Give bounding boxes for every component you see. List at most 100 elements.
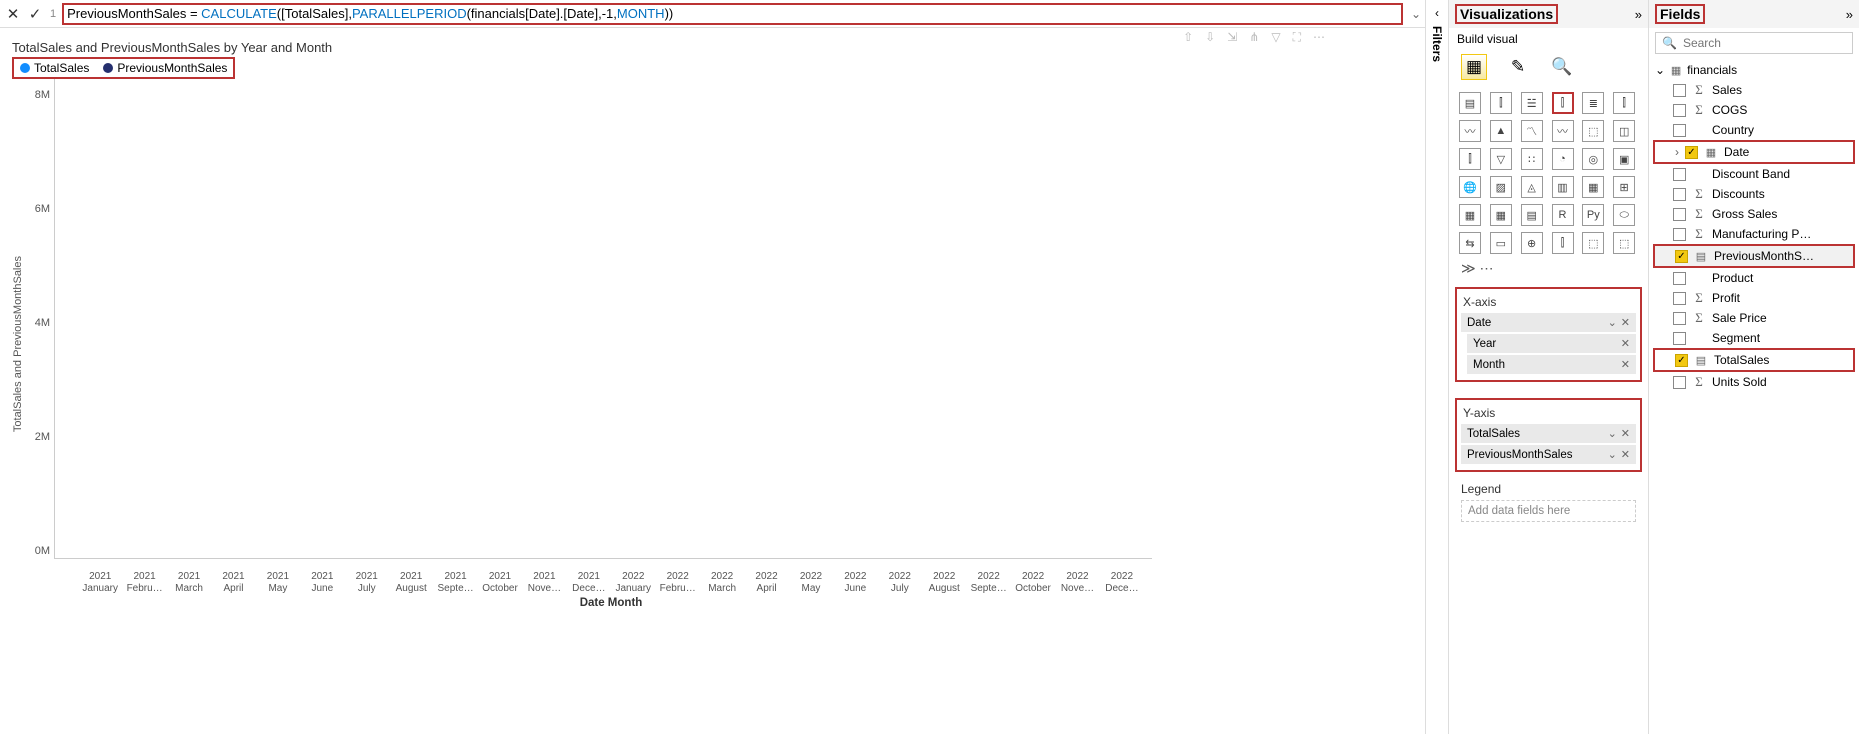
viz-type-icon[interactable]: ⬚	[1582, 120, 1604, 142]
viz-type-icon[interactable]: ⫿	[1552, 92, 1574, 114]
formula-expand-icon[interactable]: ⌄	[1411, 7, 1421, 21]
remove-icon[interactable]: ✕	[1621, 358, 1630, 371]
remove-icon[interactable]: ✕	[1621, 316, 1630, 329]
formula-input[interactable]: PreviousMonthSales = CALCULATE([TotalSal…	[62, 3, 1403, 25]
viz-type-icon[interactable]: Py	[1582, 204, 1604, 226]
field-totalsales[interactable]: ✓▤TotalSales	[1653, 348, 1855, 372]
chevron-down-icon[interactable]: ⌄	[1608, 427, 1617, 440]
checkbox[interactable]	[1673, 312, 1686, 325]
checkbox[interactable]	[1673, 208, 1686, 221]
field-search[interactable]: 🔍	[1655, 32, 1853, 54]
field-cogs[interactable]: ΣCOGS	[1653, 100, 1855, 120]
viz-type-icon[interactable]: ▦	[1490, 204, 1512, 226]
field-table-financials[interactable]: ⌄ ▦ financials	[1653, 60, 1855, 80]
checkbox[interactable]: ✓	[1685, 146, 1698, 159]
chevron-down-icon[interactable]: ⌄	[1608, 448, 1617, 461]
build-visual-tab[interactable]: ▦	[1461, 54, 1487, 80]
checkbox[interactable]	[1673, 104, 1686, 117]
viz-type-icon[interactable]: ▤	[1521, 204, 1543, 226]
viz-type-icon[interactable]: ≣	[1582, 92, 1604, 114]
field-manufacturing-p-[interactable]: ΣManufacturing P…	[1653, 224, 1855, 244]
field-units-sold[interactable]: ΣUnits Sold	[1653, 372, 1855, 392]
viz-type-icon[interactable]: ▨	[1490, 176, 1512, 198]
focus-icon[interactable]: ⛶	[1293, 30, 1301, 45]
checkbox[interactable]	[1673, 124, 1686, 137]
viz-type-icon[interactable]: ⊕	[1521, 232, 1543, 254]
formula-commit-icon[interactable]: ✓	[26, 5, 44, 23]
viz-type-icon[interactable]: ⫿	[1490, 92, 1512, 114]
viz-type-icon[interactable]: ⬚	[1582, 232, 1604, 254]
well-item-date[interactable]: Date⌄✕	[1461, 313, 1636, 332]
viz-type-icon[interactable]: ☱	[1521, 92, 1543, 114]
checkbox[interactable]	[1673, 332, 1686, 345]
checkbox[interactable]	[1673, 272, 1686, 285]
collapse-fields-icon[interactable]: »	[1846, 7, 1853, 22]
expand-icon[interactable]: ⇲	[1227, 30, 1237, 45]
legend-well-drop[interactable]: Add data fields here	[1461, 500, 1636, 522]
viz-type-icon[interactable]: ⬭	[1613, 204, 1635, 226]
drill-down-icon[interactable]: ⇩	[1205, 30, 1215, 45]
more-icon[interactable]: ⋯	[1313, 30, 1325, 45]
drill-up-icon[interactable]: ⇧	[1183, 30, 1193, 45]
viz-type-icon[interactable]: ▦	[1582, 176, 1604, 198]
well-item-totalsales[interactable]: TotalSales⌄✕	[1461, 424, 1636, 443]
field-discounts[interactable]: ΣDiscounts	[1653, 184, 1855, 204]
checkbox[interactable]	[1673, 376, 1686, 389]
remove-icon[interactable]: ✕	[1621, 448, 1630, 461]
viz-type-icon[interactable]: ⬚	[1613, 232, 1635, 254]
field-profit[interactable]: ΣProfit	[1653, 288, 1855, 308]
format-visual-tab[interactable]: ✎	[1505, 54, 1531, 80]
checkbox[interactable]	[1673, 84, 1686, 97]
well-item-year[interactable]: Year✕	[1467, 334, 1636, 353]
viz-type-icon[interactable]: ▲	[1490, 120, 1512, 142]
field-product[interactable]: Product	[1653, 268, 1855, 288]
viz-type-icon[interactable]: ▥	[1552, 176, 1574, 198]
field-sale-price[interactable]: ΣSale Price	[1653, 308, 1855, 328]
field-search-input[interactable]	[1683, 36, 1846, 50]
viz-type-icon[interactable]: ∷	[1521, 148, 1543, 170]
viz-type-icon[interactable]: ▽	[1490, 148, 1512, 170]
checkbox[interactable]	[1673, 292, 1686, 305]
well-item-prevmonth[interactable]: PreviousMonthSales⌄✕	[1461, 445, 1636, 464]
viz-type-icon[interactable]: R	[1552, 204, 1574, 226]
viz-type-icon[interactable]: ▭	[1490, 232, 1512, 254]
checkbox[interactable]	[1673, 228, 1686, 241]
viz-type-icon[interactable]: 🌐	[1459, 176, 1481, 198]
viz-type-icon[interactable]: ⫿	[1459, 148, 1481, 170]
viz-more[interactable]: ≫ ⋯	[1449, 258, 1648, 279]
viz-type-icon[interactable]: ◫	[1613, 120, 1635, 142]
checkbox[interactable]: ✓	[1675, 250, 1688, 263]
well-item-month[interactable]: Month✕	[1467, 355, 1636, 374]
checkbox[interactable]	[1673, 168, 1686, 181]
field-discount-band[interactable]: Discount Band	[1653, 164, 1855, 184]
field-previousmonths-[interactable]: ✓▤PreviousMonthS…	[1653, 244, 1855, 268]
remove-icon[interactable]: ✕	[1621, 427, 1630, 440]
viz-type-icon[interactable]: 〰	[1459, 120, 1481, 142]
viz-type-icon[interactable]: ⫿	[1613, 92, 1635, 114]
viz-type-icon[interactable]: ▣	[1613, 148, 1635, 170]
chart-visual[interactable]: TotalSales and PreviousMonthSales by Yea…	[12, 40, 1152, 620]
viz-type-icon[interactable]: 〰	[1552, 120, 1574, 142]
field-segment[interactable]: Segment	[1653, 328, 1855, 348]
viz-type-icon[interactable]: 〽	[1521, 120, 1543, 142]
viz-type-icon[interactable]: ▤	[1459, 92, 1481, 114]
field-country[interactable]: Country	[1653, 120, 1855, 140]
field-gross-sales[interactable]: ΣGross Sales	[1653, 204, 1855, 224]
viz-type-icon[interactable]: ◔	[1552, 148, 1574, 170]
remove-icon[interactable]: ✕	[1621, 337, 1630, 350]
viz-type-icon[interactable]: ⫿	[1552, 232, 1574, 254]
collapse-viz-icon[interactable]: »	[1635, 7, 1642, 22]
chevron-left-icon[interactable]: ‹	[1435, 6, 1439, 20]
chevron-down-icon[interactable]: ⌄	[1608, 316, 1617, 329]
field-date[interactable]: ›✓▦Date	[1653, 140, 1855, 164]
formula-cancel-icon[interactable]: ✕	[4, 5, 22, 23]
viz-type-icon[interactable]: ⇆	[1459, 232, 1481, 254]
viz-type-icon[interactable]: ◬	[1521, 176, 1543, 198]
viz-type-icon[interactable]: ◎	[1582, 148, 1604, 170]
field-sales[interactable]: ΣSales	[1653, 80, 1855, 100]
checkbox[interactable]: ✓	[1675, 354, 1688, 367]
filter-icon[interactable]: ▽	[1271, 30, 1280, 45]
viz-type-icon[interactable]: ▦	[1459, 204, 1481, 226]
checkbox[interactable]	[1673, 188, 1686, 201]
viz-type-icon[interactable]: ⊞	[1613, 176, 1635, 198]
